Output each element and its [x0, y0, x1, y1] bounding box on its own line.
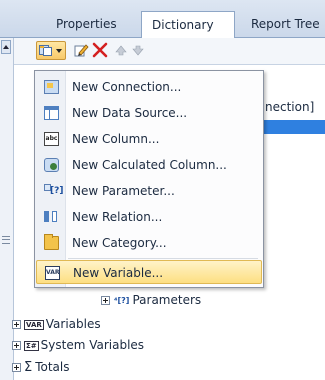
- variable-icon: VAR: [24, 319, 44, 330]
- move-down-button[interactable]: [131, 41, 145, 60]
- tree-selected-node[interactable]: [259, 120, 325, 134]
- tab-strip: Properties Dictionary Report Tree: [0, 0, 325, 38]
- expand-icon[interactable]: [12, 341, 21, 350]
- menu-item-label: New Parameter...: [72, 184, 175, 198]
- delete-button[interactable]: [92, 41, 108, 60]
- edit-button[interactable]: [73, 41, 89, 60]
- menu-item-new-column[interactable]: abc New Column...: [36, 127, 262, 151]
- parameter-icon: ⁴[?]: [114, 295, 130, 305]
- menu-item-new-connection[interactable]: New Connection...: [36, 75, 262, 99]
- menu-item-new-relation[interactable]: New Relation...: [36, 205, 262, 229]
- tree-node-parameters[interactable]: ⁴[?] Parameters: [101, 292, 201, 308]
- tab-properties[interactable]: Properties: [46, 11, 140, 37]
- sigma-icon: Σ: [24, 359, 33, 375]
- close-icon: [92, 42, 108, 58]
- tree-node-connection[interactable]: nection]: [265, 100, 325, 114]
- pencil-icon: [74, 44, 89, 57]
- tree-node-system-variables[interactable]: Σ# System Variables: [12, 337, 144, 353]
- new-item-button[interactable]: [36, 41, 66, 60]
- tree-node-variables[interactable]: VAR Variables: [12, 316, 101, 332]
- menu-item-label: New Category...: [72, 236, 167, 250]
- new-item-icon: [39, 45, 52, 56]
- arrow-down-icon: [132, 45, 144, 56]
- column-icon: abc: [44, 132, 59, 146]
- connection-icon: [44, 80, 59, 94]
- tab-report-tree[interactable]: Report Tree: [241, 11, 325, 37]
- parameter-icon: [?]: [44, 184, 63, 198]
- menu-item-label: New Connection...: [72, 80, 182, 94]
- data-source-icon: [44, 106, 59, 120]
- tab-dictionary[interactable]: Dictionary: [141, 11, 235, 38]
- menu-item-new-data-source[interactable]: New Data Source...: [36, 101, 262, 125]
- menu-item-new-parameter[interactable]: [?] New Parameter...: [36, 179, 262, 203]
- expand-icon[interactable]: [12, 320, 21, 329]
- menu-item-new-calculated-column[interactable]: New Calculated Column...: [36, 153, 262, 177]
- variable-icon: VAR: [45, 266, 60, 280]
- chevron-down-icon[interactable]: [56, 49, 62, 53]
- relation-icon: [44, 210, 59, 224]
- menu-item-label: New Column...: [72, 132, 160, 146]
- system-variable-icon: Σ#: [24, 340, 39, 351]
- menu-separator: [68, 258, 258, 259]
- tree-node-label: Variables: [45, 317, 101, 331]
- category-icon: [44, 234, 59, 250]
- tree-node-label: Totals: [35, 360, 70, 374]
- expand-icon[interactable]: [101, 296, 110, 305]
- menu-item-new-variable[interactable]: VAR New Variable...: [36, 260, 262, 284]
- arrow-up-icon: [115, 45, 127, 56]
- menu-item-label: New Calculated Column...: [72, 158, 227, 172]
- move-up-button[interactable]: [114, 41, 128, 60]
- menu-item-new-category[interactable]: New Category...: [36, 231, 262, 255]
- scroll-up-icon[interactable]: [1, 40, 11, 54]
- menu-item-label: New Relation...: [72, 210, 163, 224]
- menu-item-label: New Variable...: [73, 266, 164, 280]
- expand-icon[interactable]: [12, 363, 21, 372]
- new-item-dropdown-menu: New Connection... New Data Source... abc…: [34, 70, 264, 288]
- tree-node-label: System Variables: [40, 338, 145, 352]
- tree-node-totals[interactable]: Σ Totals: [12, 359, 70, 375]
- menu-item-label: New Data Source...: [72, 106, 188, 120]
- dictionary-toolbar: [14, 38, 325, 65]
- splitter-grip-icon[interactable]: [2, 236, 10, 244]
- calculated-column-icon: [44, 158, 59, 172]
- tree-node-label: Parameters: [132, 293, 202, 307]
